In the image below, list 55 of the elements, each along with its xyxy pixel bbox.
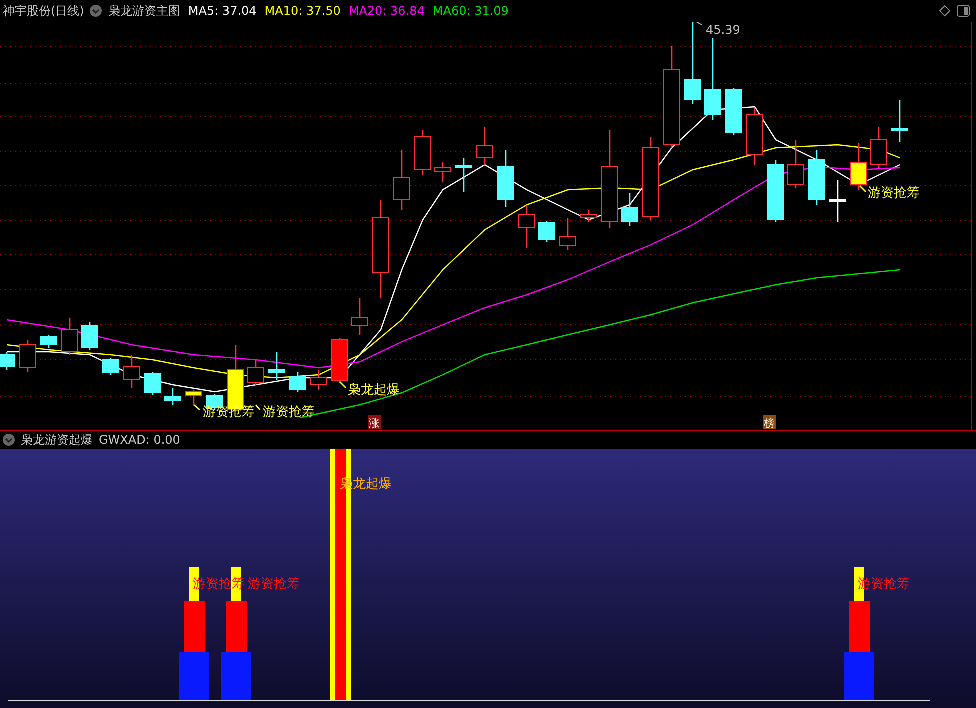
diamond-icon[interactable] (939, 5, 951, 17)
candlestick (124, 355, 140, 388)
candlestick (164, 388, 182, 405)
candlestick (580, 210, 598, 222)
candlestick (870, 127, 888, 168)
stock-title: 神宇股份(日线) (3, 2, 84, 20)
candlestick (788, 140, 804, 188)
candlestick (746, 108, 764, 165)
indicator-readout: GWXAD: 0.00 (99, 433, 180, 447)
candlestick (248, 360, 264, 385)
candlestick (476, 127, 494, 165)
panel-title: 枭龙游资起爆 (21, 432, 93, 448)
chevron-down-icon[interactable] (90, 5, 102, 17)
ma-value: MA60: 31.09 (432, 4, 509, 18)
candlestick (892, 100, 908, 142)
candlestick (808, 150, 826, 205)
candlestick (352, 298, 368, 335)
candlestick (62, 318, 78, 355)
badge: 榜 (763, 415, 776, 430)
candlestick (498, 150, 514, 207)
ma-value: MA5: 37.04 (188, 4, 257, 18)
badge: 涨 (368, 415, 381, 430)
candlestick (290, 372, 306, 392)
ma-value: MA20: 36.84 (348, 4, 425, 18)
candlestick (434, 162, 452, 182)
signal-label: 枭龙起爆 (348, 383, 400, 398)
signal-label: 游资抢筹 (248, 577, 300, 592)
candlestick (538, 221, 556, 242)
candlestick (414, 130, 432, 175)
candlestick (40, 335, 58, 348)
candlestick (456, 158, 472, 192)
signal-label: 游资抢筹 (868, 186, 920, 201)
candlestick (268, 352, 286, 380)
candlestick (20, 340, 36, 372)
candlestick (726, 88, 742, 135)
ma-value: MA10: 37.50 (264, 4, 341, 18)
panel-toggle-icon[interactable] (957, 5, 970, 17)
candlestick (82, 322, 98, 350)
candlestick (560, 218, 576, 250)
candlestick (394, 150, 410, 210)
candlestick (102, 358, 120, 375)
indicator-title: 枭龙游资主图 (108, 2, 180, 20)
signal-label: 枭龙起爆 (340, 477, 392, 492)
candlestick (622, 193, 638, 226)
candlestick (850, 143, 868, 190)
candlestick (144, 372, 162, 395)
max-price-label: 45.39 (706, 23, 740, 37)
candlestick (518, 205, 536, 248)
candlestick (0, 352, 16, 370)
chevron-down-icon[interactable] (3, 434, 15, 446)
candlestick (830, 180, 846, 222)
candlestick (186, 390, 202, 405)
candlestick (768, 160, 784, 222)
candlestick (310, 370, 328, 390)
candlestick (332, 338, 348, 383)
